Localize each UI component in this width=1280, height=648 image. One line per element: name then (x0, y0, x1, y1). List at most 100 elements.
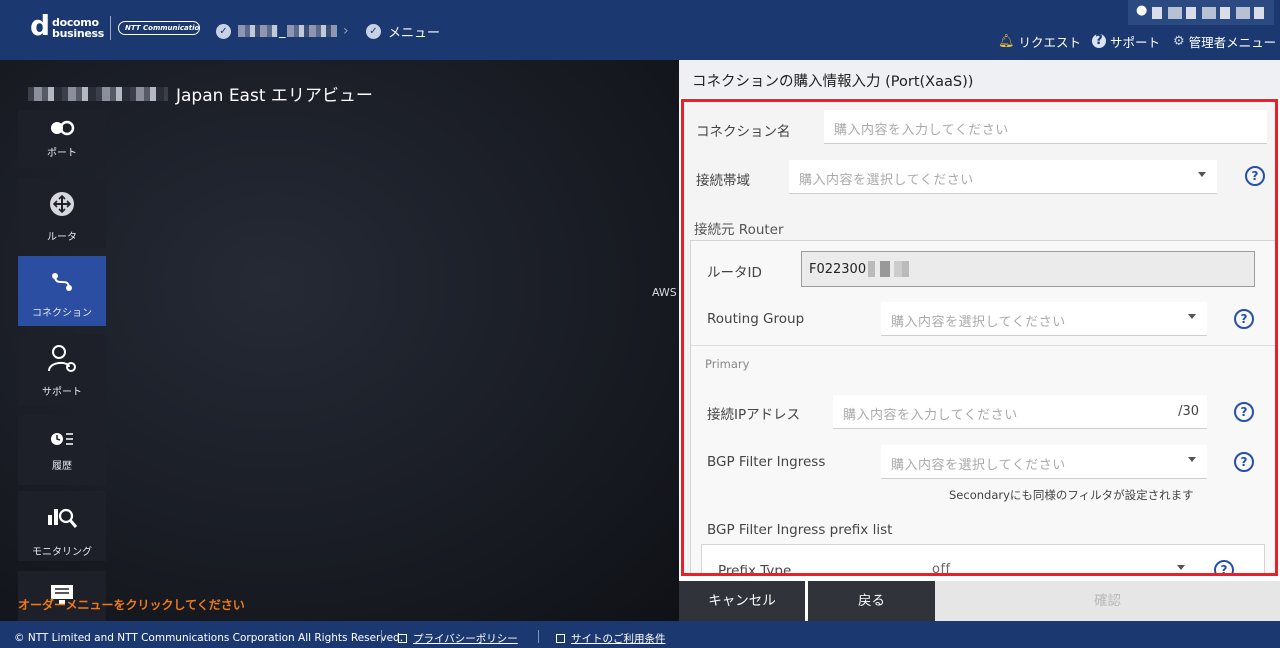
admin-menu-link[interactable]: ⚙ 管理者メニュー (1173, 32, 1276, 50)
bandwidth-select[interactable]: 購入内容を選択してください (789, 160, 1217, 194)
bandwidth-placeholder: 購入内容を選択してください (799, 173, 974, 188)
masked-user-name (1152, 7, 1268, 19)
admin-menu-label: 管理者メニュー (1188, 34, 1277, 50)
breadcrumb-separator-underscore: _ (279, 23, 286, 39)
sidebar-item-history[interactable]: 履歴 (18, 415, 106, 485)
sidebar-item-monitoring[interactable]: モニタリング (18, 491, 106, 561)
terms-of-use-link[interactable]: サイトのご利用条件 (556, 631, 666, 646)
logo-text: docomo business (52, 16, 105, 40)
question-circle-icon: ? (1092, 34, 1106, 48)
port-icon (51, 120, 75, 136)
page-footer: © NTT Limited and NTT Communications Cor… (0, 621, 1280, 648)
router-id-label: ルータID (707, 265, 762, 281)
prefix-type-label: Prefix Type (718, 563, 792, 576)
section-divider (691, 345, 1275, 346)
masked-tenant-name (238, 25, 278, 37)
sidebar-item-label: コネクション (32, 308, 92, 319)
masked-tenant-id (286, 25, 337, 37)
sidebar-item-router[interactable]: ルータ (18, 178, 106, 248)
area-title-text: Japan East エリアビュー (176, 86, 373, 106)
bgp-filter-ingress-label: BGP Filter Ingress (707, 454, 826, 470)
external-link-icon (556, 634, 565, 643)
top-header: d docomo business NTT Communications ✓ _… (0, 0, 1280, 60)
prefix-type-value: off (932, 562, 951, 576)
sidebar-item-label: 履歴 (52, 461, 72, 472)
ip-prefix-suffix: /30 (1178, 404, 1199, 419)
sidebar-item-connection[interactable]: コネクション (18, 256, 106, 326)
masked-router-id-suffix (868, 261, 915, 277)
breadcrumb-tenant[interactable]: ✓ _ (216, 22, 337, 40)
copyright-text: © NTT Limited and NTT Communications Cor… (14, 632, 404, 644)
sidebar-item-label: サポート (42, 387, 82, 398)
routing-group-select[interactable]: 購入内容を選択してください (881, 302, 1207, 336)
check-circle-icon: ✓ (216, 23, 231, 39)
dropdown-caret-icon (1188, 457, 1196, 462)
connection-ip-label: 接続IPアドレス (707, 407, 801, 423)
masked-area-prefix (28, 86, 168, 101)
terms-of-use-label: サイトのご利用条件 (571, 633, 666, 645)
aws-node-label[interactable]: AWS (652, 286, 677, 299)
routing-group-placeholder: 購入内容を選択してください (891, 315, 1066, 330)
request-link[interactable]: 🔔︎ リクエスト (998, 32, 1081, 50)
connection-name-placeholder: 購入内容を入力してください (834, 123, 1009, 138)
connection-ip-input[interactable]: 購入内容を入力してください /30 (833, 395, 1207, 429)
help-icon[interactable]: ? (1214, 560, 1234, 573)
panel-header: コネクションの購入情報入力 (Port(XaaS)) (679, 60, 1280, 98)
back-button[interactable]: 戻る (808, 581, 935, 621)
connection-name-label: コネクション名 (696, 124, 791, 140)
highlighted-form-area: コネクション名 購入内容を入力してください 接続帯域 購入内容を選択してください… (681, 99, 1278, 576)
monitoring-icon (48, 508, 78, 528)
panel-title: コネクションの購入情報入力 (Port(XaaS)) (692, 74, 974, 90)
connection-name-input[interactable]: 購入内容を入力してください (824, 110, 1267, 144)
dropdown-caret-icon (1198, 172, 1206, 177)
privacy-policy-link[interactable]: プライバシーポリシー (398, 631, 518, 646)
docomo-d-mark: d (30, 9, 51, 42)
sidebar-item-label: ポート (47, 148, 77, 159)
user-account-button[interactable]: ● (1128, 0, 1274, 25)
source-router-section: ルータID F022300 Routing Group 購入内容を選択してくださ… (690, 240, 1275, 576)
router-id-value: F022300 (809, 261, 867, 277)
bgp-filter-ingress-placeholder: 購入内容を選択してください (891, 458, 1066, 473)
prefix-type-select[interactable]: off (922, 553, 1196, 576)
breadcrumb-menu[interactable]: ✓ メニュー (366, 22, 441, 41)
privacy-policy-label: プライバシーポリシー (413, 633, 518, 645)
request-label: リクエスト (1018, 34, 1082, 50)
ntt-communications-logo: NTT Communications (118, 21, 200, 35)
external-link-icon (398, 634, 407, 643)
history-icon (51, 433, 73, 445)
connection-ip-placeholder: 購入内容を入力してください (843, 408, 1018, 423)
support-icon (48, 345, 76, 372)
dropdown-caret-icon (1188, 314, 1196, 319)
sidebar-item-label: ルータ (47, 232, 77, 243)
bell-icon: 🔔︎ (998, 33, 1015, 49)
router-id-field: F022300 (801, 251, 1255, 287)
menu-label: メニュー (388, 25, 441, 41)
sidebar-item-support[interactable]: サポート (18, 335, 106, 405)
routing-group-label: Routing Group (707, 311, 805, 327)
secondary-filter-note: Secondaryにも同様のフィルタが設定されます (949, 488, 1194, 502)
bgp-prefix-list-heading: BGP Filter Ingress prefix list (707, 522, 893, 538)
help-icon[interactable]: ? (1245, 166, 1265, 186)
connection-purchase-panel: コネクションの購入情報入力 (Port(XaaS)) コネクション名 購入内容を… (679, 60, 1280, 621)
help-icon[interactable]: ? (1234, 402, 1254, 422)
source-router-heading: 接続元 Router (694, 222, 784, 238)
gear-icon: ⚙ (1173, 33, 1185, 49)
area-view-title: Japan East エリアビュー (28, 81, 373, 106)
chevron-right-icon: › (343, 23, 349, 39)
area-map[interactable]: Japan East エリアビュー AWS ポート ルータ コネクション サポー… (0, 60, 679, 621)
cancel-button[interactable]: キャンセル (679, 581, 805, 621)
help-icon[interactable]: ? (1234, 309, 1254, 329)
confirm-button[interactable]: 確認 (935, 581, 1280, 621)
support-link[interactable]: ? サポート (1092, 32, 1160, 50)
prefix-list-section: Prefix Type off ? (701, 544, 1265, 576)
router-icon (50, 192, 74, 216)
bgp-filter-ingress-select[interactable]: 購入内容を選択してください (881, 445, 1207, 479)
user-icon: ● (1136, 3, 1148, 18)
support-label: サポート (1110, 34, 1161, 50)
bandwidth-label: 接続帯域 (696, 173, 750, 189)
help-icon[interactable]: ? (1234, 452, 1254, 472)
sidebar-item-label: モニタリング (32, 547, 92, 558)
connection-icon (52, 273, 72, 291)
sidebar-item-port[interactable]: ポート (18, 110, 106, 168)
primary-label: Primary (705, 357, 750, 371)
